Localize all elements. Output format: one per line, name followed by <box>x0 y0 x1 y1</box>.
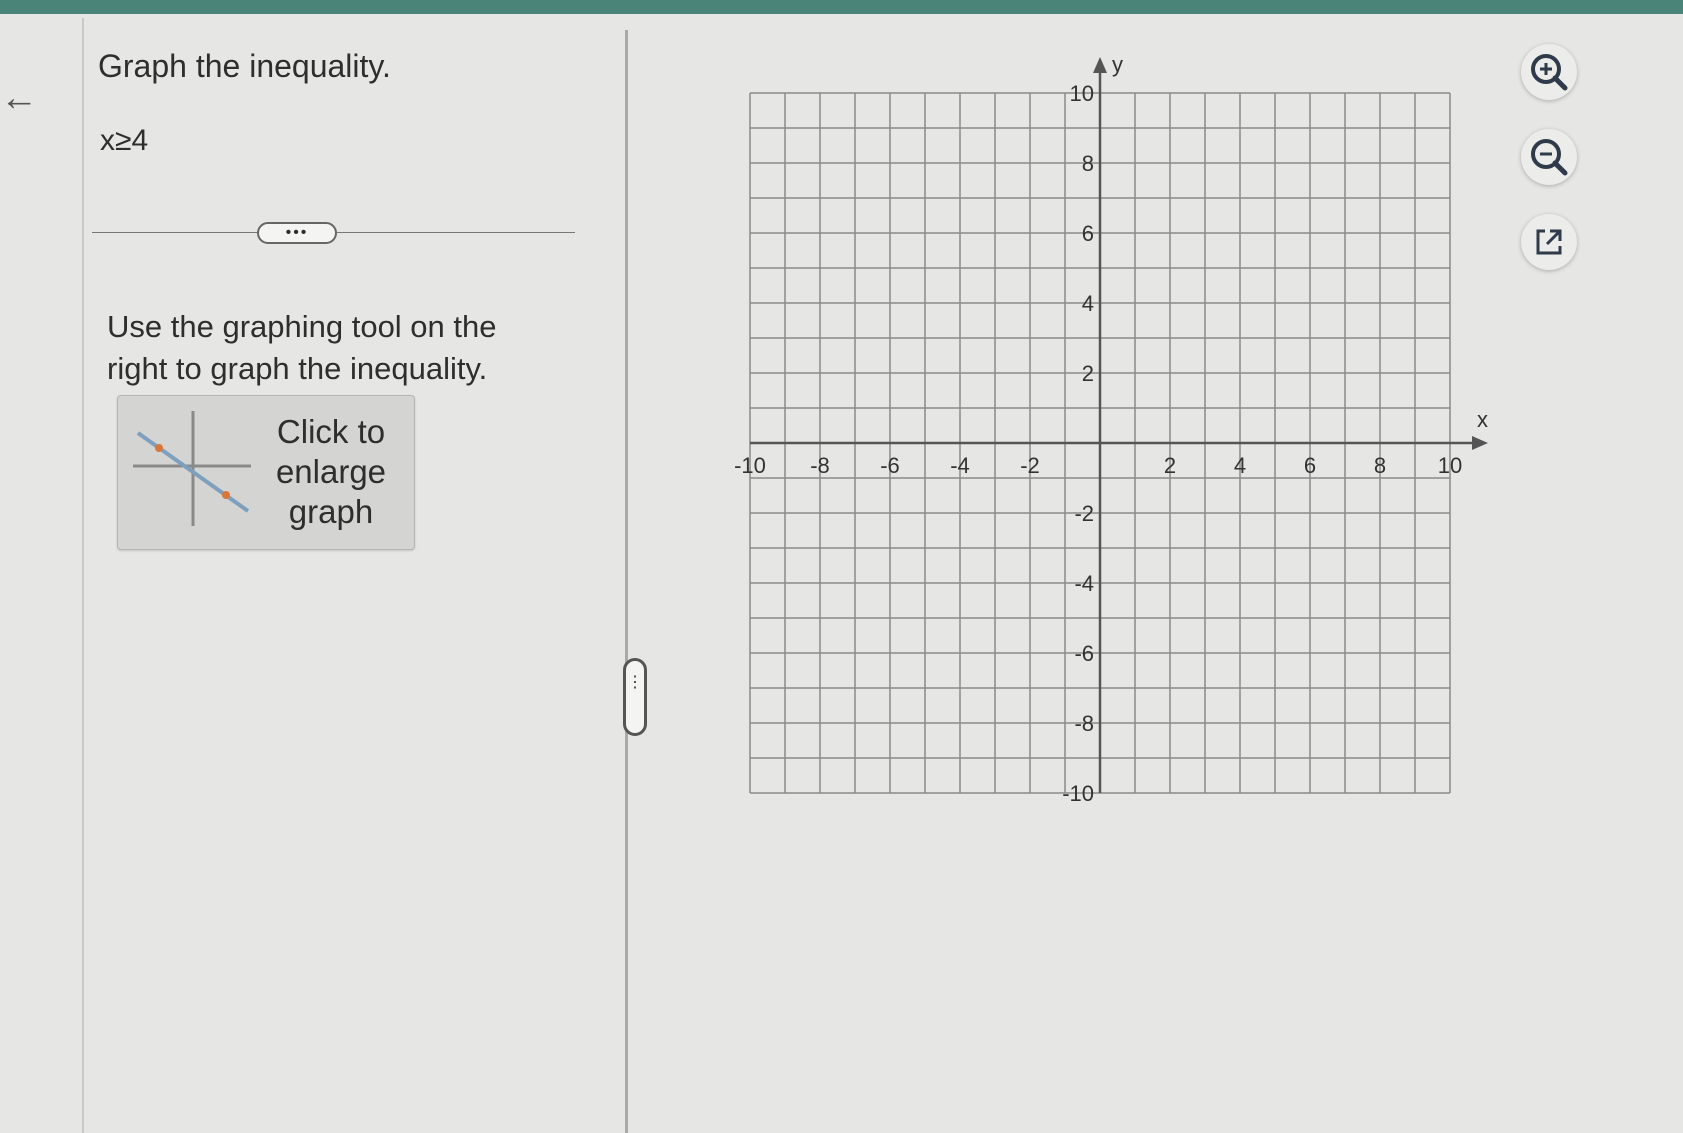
y-tick-label: -4 <box>1074 571 1094 596</box>
x-tick-label: -10 <box>734 453 766 478</box>
zoom-in-icon <box>1531 54 1568 91</box>
x-tick-label: -6 <box>880 453 900 478</box>
panel-divider <box>625 30 628 1133</box>
zoom-out-button[interactable] <box>1521 129 1577 185</box>
zoom-out-icon <box>1531 139 1568 176</box>
x-tick-label: -2 <box>1020 453 1040 478</box>
enlarge-label-line2: enlarge <box>275 453 387 490</box>
graph-thumbnail-icon <box>133 411 251 526</box>
x-tick-label: 2 <box>1164 453 1176 478</box>
x-tick-label: 10 <box>1438 453 1462 478</box>
divider-line-left <box>92 232 257 233</box>
external-link-icon <box>1536 229 1562 255</box>
y-axis-label: y <box>1112 52 1123 77</box>
y-tick-label: -2 <box>1074 501 1094 526</box>
y-tick-label: 6 <box>1082 221 1094 246</box>
enlarge-graph-button[interactable]: Click to enlarge graph <box>117 395 415 550</box>
axes <box>750 57 1488 793</box>
y-tick-label: 4 <box>1082 291 1094 316</box>
x-tick-label: -4 <box>950 453 970 478</box>
instructions-text: Use the graphing tool on the right to gr… <box>107 309 497 386</box>
enlarge-label-line1: Click to <box>276 413 386 450</box>
question-title: Graph the inequality. <box>98 48 391 84</box>
popout-button[interactable] <box>1521 214 1577 270</box>
y-axis-arrow-icon <box>1093 57 1107 73</box>
x-tick-labels: -10 -8 -6 -4 -2 2 4 6 8 10 <box>734 453 1462 478</box>
x-tick-label: -8 <box>810 453 830 478</box>
y-tick-label: 8 <box>1082 151 1094 176</box>
x-tick-label: 6 <box>1304 453 1316 478</box>
enlarge-graph-label: Click to enlarge graph <box>256 412 406 532</box>
back-arrow-icon[interactable]: ← <box>0 78 38 118</box>
coordinate-graph[interactable]: -10 -8 -6 -4 -2 2 4 6 8 10 10 8 6 4 2 -2 -4 -6 -8 -10 x y <box>720 45 1500 825</box>
panel-resize-handle[interactable]: ⋮ <box>623 658 647 736</box>
x-axis-arrow-icon <box>1472 436 1488 450</box>
zoom-in-button[interactable] <box>1521 44 1577 100</box>
y-tick-label: 10 <box>1070 81 1094 106</box>
x-tick-label: 8 <box>1374 453 1386 478</box>
y-tick-label: 2 <box>1082 361 1094 386</box>
enlarge-label-line3: graph <box>288 493 374 530</box>
show-more-button[interactable]: ••• <box>257 222 337 244</box>
x-tick-label: 4 <box>1234 453 1246 478</box>
y-tick-label: -6 <box>1074 641 1094 666</box>
x-axis-label: x <box>1477 407 1488 432</box>
inequality-expression: x≥4 <box>100 124 149 157</box>
divider-line-right <box>337 232 575 233</box>
y-tick-label: -8 <box>1074 711 1094 736</box>
left-panel-border <box>82 18 84 1133</box>
top-bar <box>0 0 1683 14</box>
y-tick-label: -10 <box>1062 781 1094 806</box>
